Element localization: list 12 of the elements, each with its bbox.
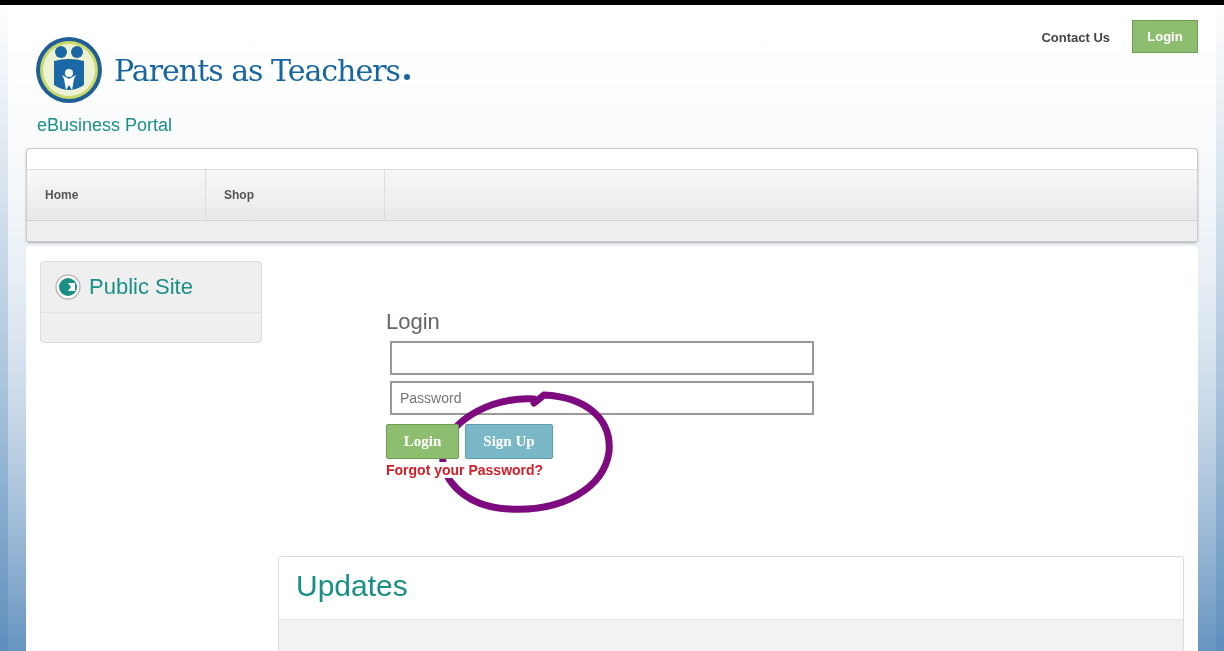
registered-mark-icon — [403, 74, 410, 80]
password-field[interactable]: Password — [390, 381, 814, 415]
username-field[interactable] — [390, 341, 814, 375]
brand-name: Parents as Teachers — [114, 52, 400, 88]
nav-item[interactable]: Home — [27, 170, 206, 220]
logo-icon — [34, 35, 104, 105]
login-heading: Login — [386, 309, 440, 335]
portal-title: eBusiness Portal — [37, 115, 174, 136]
forgot-password-link[interactable]: Forgot your Password? — [386, 462, 544, 478]
nav-item[interactable]: Shop — [206, 170, 385, 220]
public-site-link[interactable]: Public Site — [41, 262, 261, 313]
contact-link[interactable]: Contact Us — [1041, 30, 1110, 45]
